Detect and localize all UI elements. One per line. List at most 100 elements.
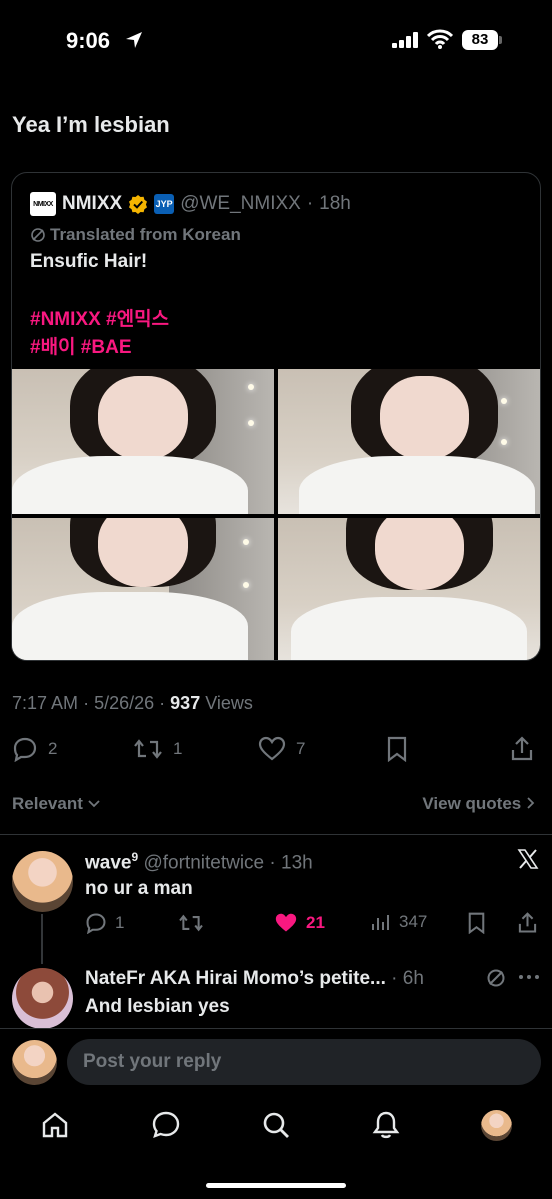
divider <box>0 1028 552 1029</box>
like-count: 7 <box>296 739 306 758</box>
translation-label: Translated from Korean <box>50 225 241 244</box>
views-count: 347 <box>399 912 428 931</box>
reply-text: And lesbian yes <box>85 996 230 1017</box>
media-photo-1[interactable] <box>12 369 274 514</box>
translate-icon <box>487 969 505 987</box>
search-icon[interactable] <box>261 1110 291 1140</box>
chat-bubble-icon[interactable] <box>151 1110 181 1140</box>
media-photo-4[interactable] <box>278 518 540 660</box>
battery-tip <box>499 36 502 44</box>
reply-button[interactable]: 2 <box>12 736 57 762</box>
cellular-signal-icon <box>392 32 418 48</box>
quoted-post-header: NMIXX NMIXX JYP @WE_NMIXX · 18h <box>30 191 351 217</box>
avatar[interactable] <box>12 851 73 912</box>
avatar[interactable] <box>12 968 73 1029</box>
quoted-author-handle[interactable]: @WE_NMIXX <box>180 193 301 215</box>
heart-icon <box>258 736 286 761</box>
repost-button[interactable] <box>178 912 204 934</box>
quoted-post-text: Ensufic Hair! <box>30 251 148 272</box>
repost-icon <box>134 739 162 759</box>
share-icon <box>511 736 533 761</box>
quoted-post-time: 18h <box>319 193 351 214</box>
chevron-down-icon <box>87 800 100 808</box>
analytics-icon <box>372 915 389 930</box>
quoted-avatar[interactable]: NMIXX <box>30 192 56 216</box>
home-icon[interactable] <box>40 1110 70 1140</box>
separator-dot: · <box>83 693 90 713</box>
reply-icon <box>86 913 106 934</box>
reply-header: NateFr AKA Hirai Momo’s petite... · 6h <box>85 968 480 990</box>
bookmark-button[interactable] <box>386 736 408 762</box>
chevron-right-icon <box>527 797 535 809</box>
reply-author-name[interactable]: NateFr AKA Hirai Momo’s petite... <box>85 968 386 989</box>
reply-header: wave9 @fortnitetwice · 13h <box>85 850 313 874</box>
separator-dot: · <box>159 693 166 713</box>
reply-time: 13h <box>281 852 313 874</box>
affiliate-badge[interactable]: JYP <box>154 194 175 214</box>
views-count: 937 <box>170 693 201 713</box>
more-options-icon[interactable] <box>518 974 540 980</box>
post-date: 5/26/26 <box>94 693 155 713</box>
reply-actions: 1 21 347 <box>0 910 552 936</box>
post-actions: 2 1 7 <box>0 734 552 764</box>
like-count: 21 <box>306 913 325 932</box>
hashtags-line-1[interactable]: #NMIXX #엔믹스 <box>30 304 169 331</box>
media-photo-2[interactable] <box>278 369 540 514</box>
share-icon <box>518 912 537 933</box>
battery-indicator: 83 <box>462 30 498 50</box>
name-superscript: 9 <box>131 850 139 864</box>
wifi-icon <box>427 29 453 49</box>
repost-button[interactable]: 1 <box>133 736 182 762</box>
profile-avatar-tab[interactable] <box>481 1110 512 1141</box>
views-button[interactable]: 347 <box>371 912 427 932</box>
like-button[interactable]: 7 <box>258 736 305 762</box>
x-logo-icon <box>517 849 539 869</box>
reply-count: 2 <box>48 739 58 758</box>
reply-icon <box>13 737 37 762</box>
repost-count: 1 <box>173 739 183 758</box>
view-quotes-label: View quotes <box>422 794 522 813</box>
reply-button[interactable]: 1 <box>85 912 124 934</box>
post-time: 7:17 AM <box>12 693 79 713</box>
separator-dot: · <box>391 968 398 989</box>
translation-notice[interactable]: Translated from Korean <box>30 225 241 245</box>
bookmark-icon <box>387 736 407 762</box>
separator-dot: · <box>306 193 314 214</box>
reply-author-handle[interactable]: @fortnitetwice <box>143 852 264 873</box>
location-arrow-icon <box>126 32 142 48</box>
avatar[interactable] <box>12 1040 57 1085</box>
post-meta: 7:17 AM · 5/26/26 · 937 Views <box>12 693 253 714</box>
sort-label: Relevant <box>12 794 83 813</box>
post-text: Yea I’m lesbian <box>12 112 170 137</box>
views-label: Views <box>205 693 253 713</box>
divider <box>0 834 552 835</box>
notifications-bell-icon[interactable] <box>371 1110 401 1140</box>
translate-icon <box>31 228 45 242</box>
quoted-author-name[interactable]: NMIXX <box>62 193 122 215</box>
status-time: 9:06 <box>66 28 111 53</box>
reply-input[interactable]: Post your reply <box>67 1039 541 1085</box>
home-indicator <box>206 1183 346 1188</box>
quoted-post-card[interactable]: NMIXX NMIXX JYP @WE_NMIXX · 18h Translat… <box>11 172 541 661</box>
bookmark-button[interactable] <box>467 912 486 934</box>
bottom-tab-bar <box>0 1100 552 1160</box>
status-bar: 9:06 83 <box>0 0 552 84</box>
repost-icon <box>179 914 203 932</box>
like-button-active[interactable]: 21 <box>274 912 325 934</box>
media-grid <box>12 369 540 660</box>
separator-dot: · <box>269 852 276 874</box>
verified-gold-badge-icon <box>129 195 148 214</box>
reply-author-name[interactable]: wave <box>85 852 131 873</box>
reply-time: 6h <box>402 968 424 989</box>
reply-text: no ur a man <box>85 878 193 899</box>
share-button[interactable] <box>517 912 538 934</box>
hashtags-line-2[interactable]: #배이 #BAE <box>30 332 132 359</box>
heart-filled-icon <box>275 913 297 932</box>
reply-count: 1 <box>115 913 125 932</box>
media-photo-3[interactable] <box>12 518 274 660</box>
share-button[interactable] <box>510 736 534 762</box>
quoted-avatar-logo: NMIXX <box>33 200 53 208</box>
bookmark-icon <box>468 912 485 934</box>
view-quotes-link[interactable]: View quotes <box>422 794 536 814</box>
sort-dropdown[interactable]: Relevant <box>12 794 100 814</box>
